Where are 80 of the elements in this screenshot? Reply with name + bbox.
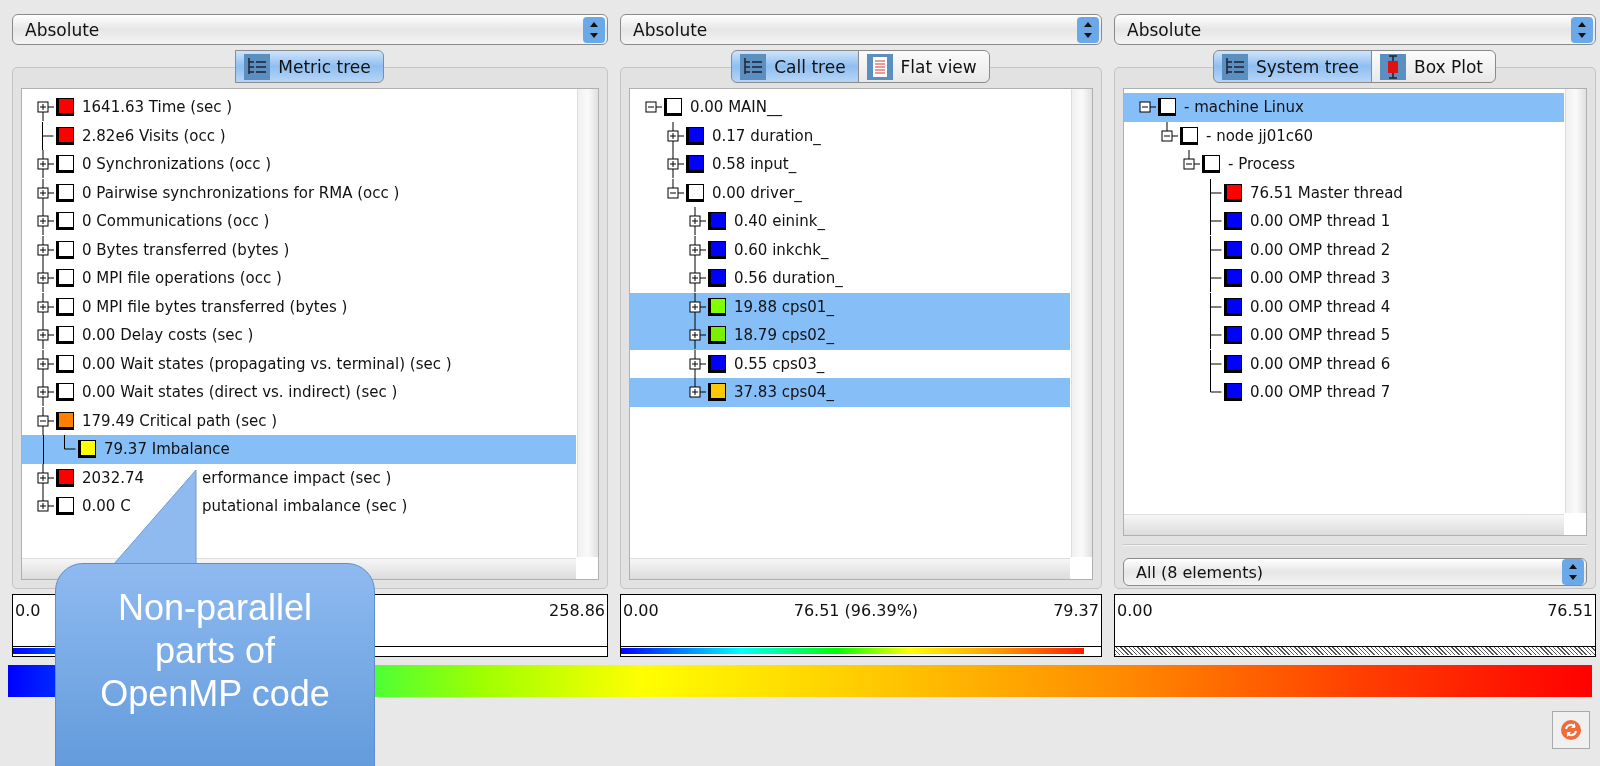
legend-min: 0.0 xyxy=(15,601,41,620)
tree-item-label[interactable]: 0.00 OMP thread 1 xyxy=(1250,212,1391,231)
tree-item-label[interactable]: 0 Synchronizations (occ ) xyxy=(82,155,272,174)
legend-min: 0.00 xyxy=(1117,601,1153,620)
scrollbar[interactable] xyxy=(1124,514,1564,535)
tree-item-label[interactable]: 0.00 driver_ xyxy=(712,183,802,202)
tree-connector xyxy=(1210,264,1222,292)
view-tab[interactable]: Metric tree xyxy=(235,50,384,83)
callout-text: Non-parallel parts of OpenMP code xyxy=(99,586,331,716)
tree-item-label[interactable]: putational imbalance (sec ) xyxy=(202,497,408,516)
tree-item-label[interactable]: 0 Pairwise synchronizations for RMA (occ ) xyxy=(82,183,400,202)
tree-connector xyxy=(64,435,76,450)
tree-item-label[interactable]: - Process xyxy=(1228,155,1296,174)
tree-item-label[interactable]: 0 Bytes transferred (bytes ) xyxy=(82,240,290,259)
view-tab[interactable]: Box Plot xyxy=(1370,50,1496,83)
tree-item-label[interactable]: 0.00 OMP thread 3 xyxy=(1250,269,1391,288)
tree-item-label[interactable]: 0 MPI file operations (occ ) xyxy=(82,269,282,288)
legend-max: 79.37 xyxy=(1053,601,1099,620)
tree-icon xyxy=(1221,53,1248,80)
tree-connector xyxy=(1210,321,1222,349)
tree-connector xyxy=(1210,292,1222,321)
tree-item-label[interactable]: 0.00 OMP thread 7 xyxy=(1250,383,1391,402)
legend-value: 76.51 (96.39%) xyxy=(793,601,919,620)
tree-item-label[interactable]: 0 MPI file bytes transferred (bytes ) xyxy=(82,297,348,316)
tree-item-label[interactable]: 0.60 inkchk_ xyxy=(734,240,829,259)
tree-item-label[interactable]: 0.55 cps03_ xyxy=(734,354,825,373)
tree-item-label[interactable]: - machine Linux xyxy=(1184,98,1304,117)
tree-item-label[interactable]: 76.51 Master thread xyxy=(1250,183,1403,202)
tree-item-label[interactable]: 0.00 OMP thread 4 xyxy=(1250,297,1391,316)
tree-item-label[interactable]: 0.00 Wait states (propagating vs. terminal) (sec ) xyxy=(82,354,452,373)
box-plot-icon xyxy=(1379,53,1406,80)
tree-icon xyxy=(740,53,767,80)
tree-item-label[interactable]: 1641.63 Time (sec ) xyxy=(82,98,233,117)
list-icon xyxy=(866,53,893,80)
tree-icon xyxy=(244,53,271,80)
tree-item-label[interactable]: 0.00 Delay costs (sec ) xyxy=(82,326,254,345)
stepper-icon xyxy=(1077,16,1099,43)
scrollbar[interactable] xyxy=(1565,89,1586,513)
scrollbar[interactable] xyxy=(577,89,598,557)
stepper-icon xyxy=(1571,16,1593,43)
view-tab[interactable]: System tree xyxy=(1212,50,1372,83)
tree-item-label[interactable]: 0.56 duration_ xyxy=(734,269,843,288)
tree-item-label[interactable]: 0 Communications (occ ) xyxy=(82,212,270,231)
refresh-button[interactable] xyxy=(1552,711,1590,749)
stepper-icon xyxy=(1562,559,1584,585)
scrollbar[interactable] xyxy=(630,558,1070,579)
legend-max: 258.86 xyxy=(549,601,605,620)
tree-item-label[interactable]: - node jj01c60 xyxy=(1206,126,1314,145)
tree-item-label[interactable]: 0.00 C xyxy=(82,497,131,516)
tree-connector xyxy=(42,121,54,150)
tree-connector xyxy=(1210,207,1222,235)
tree-connector xyxy=(1210,178,1222,207)
tree-item-label[interactable]: 2032.74 xyxy=(82,468,145,487)
view-tab[interactable]: Call tree xyxy=(731,50,859,83)
refresh-icon xyxy=(1560,719,1582,741)
mode-dropdown[interactable]: Absolute xyxy=(12,14,608,45)
tree-item-label[interactable]: 0.40 einink_ xyxy=(734,212,825,231)
tree-item-label[interactable]: 0.00 OMP thread 6 xyxy=(1250,354,1391,373)
tree-item-label[interactable]: 37.83 cps04_ xyxy=(734,383,834,402)
legend-min: 0.00 xyxy=(623,601,659,620)
tree-item-label[interactable]: 79.37 Imbalance xyxy=(104,440,230,459)
tree-connector xyxy=(1210,235,1222,264)
tree-item-label[interactable]: 19.88 cps01_ xyxy=(734,297,834,316)
tree-item-label[interactable]: 0.00 Wait states (direct vs. indirect) (sec ) xyxy=(82,383,398,402)
mode-dropdown[interactable]: Absolute xyxy=(1114,14,1596,45)
tree-item-label[interactable]: 179.49 Critical path (sec ) xyxy=(82,411,278,430)
tree-item-label[interactable]: 2.82e6 Visits (occ ) xyxy=(82,126,226,145)
tree-item-label[interactable]: 0.00 MAIN__ xyxy=(690,98,782,117)
stepper-icon xyxy=(583,16,605,43)
tree-item-label[interactable]: 0.17 duration_ xyxy=(712,126,821,145)
tree-item-label[interactable]: 0.58 input_ xyxy=(712,155,797,174)
tree-item-label[interactable]: 18.79 cps02_ xyxy=(734,326,834,345)
scrollbar[interactable] xyxy=(1071,89,1092,557)
tree-item-label[interactable]: 0.00 OMP thread 5 xyxy=(1250,326,1391,345)
legend-max: 76.51 xyxy=(1547,601,1593,620)
tree-item-label[interactable]: erformance impact (sec ) xyxy=(202,468,392,487)
tree-item-label[interactable]: 0.00 OMP thread 2 xyxy=(1250,240,1391,259)
view-tab[interactable]: Flat view xyxy=(857,50,990,83)
mode-dropdown[interactable]: Absolute xyxy=(620,14,1102,45)
filter-dropdown[interactable]: All (8 elements) xyxy=(1123,558,1587,586)
